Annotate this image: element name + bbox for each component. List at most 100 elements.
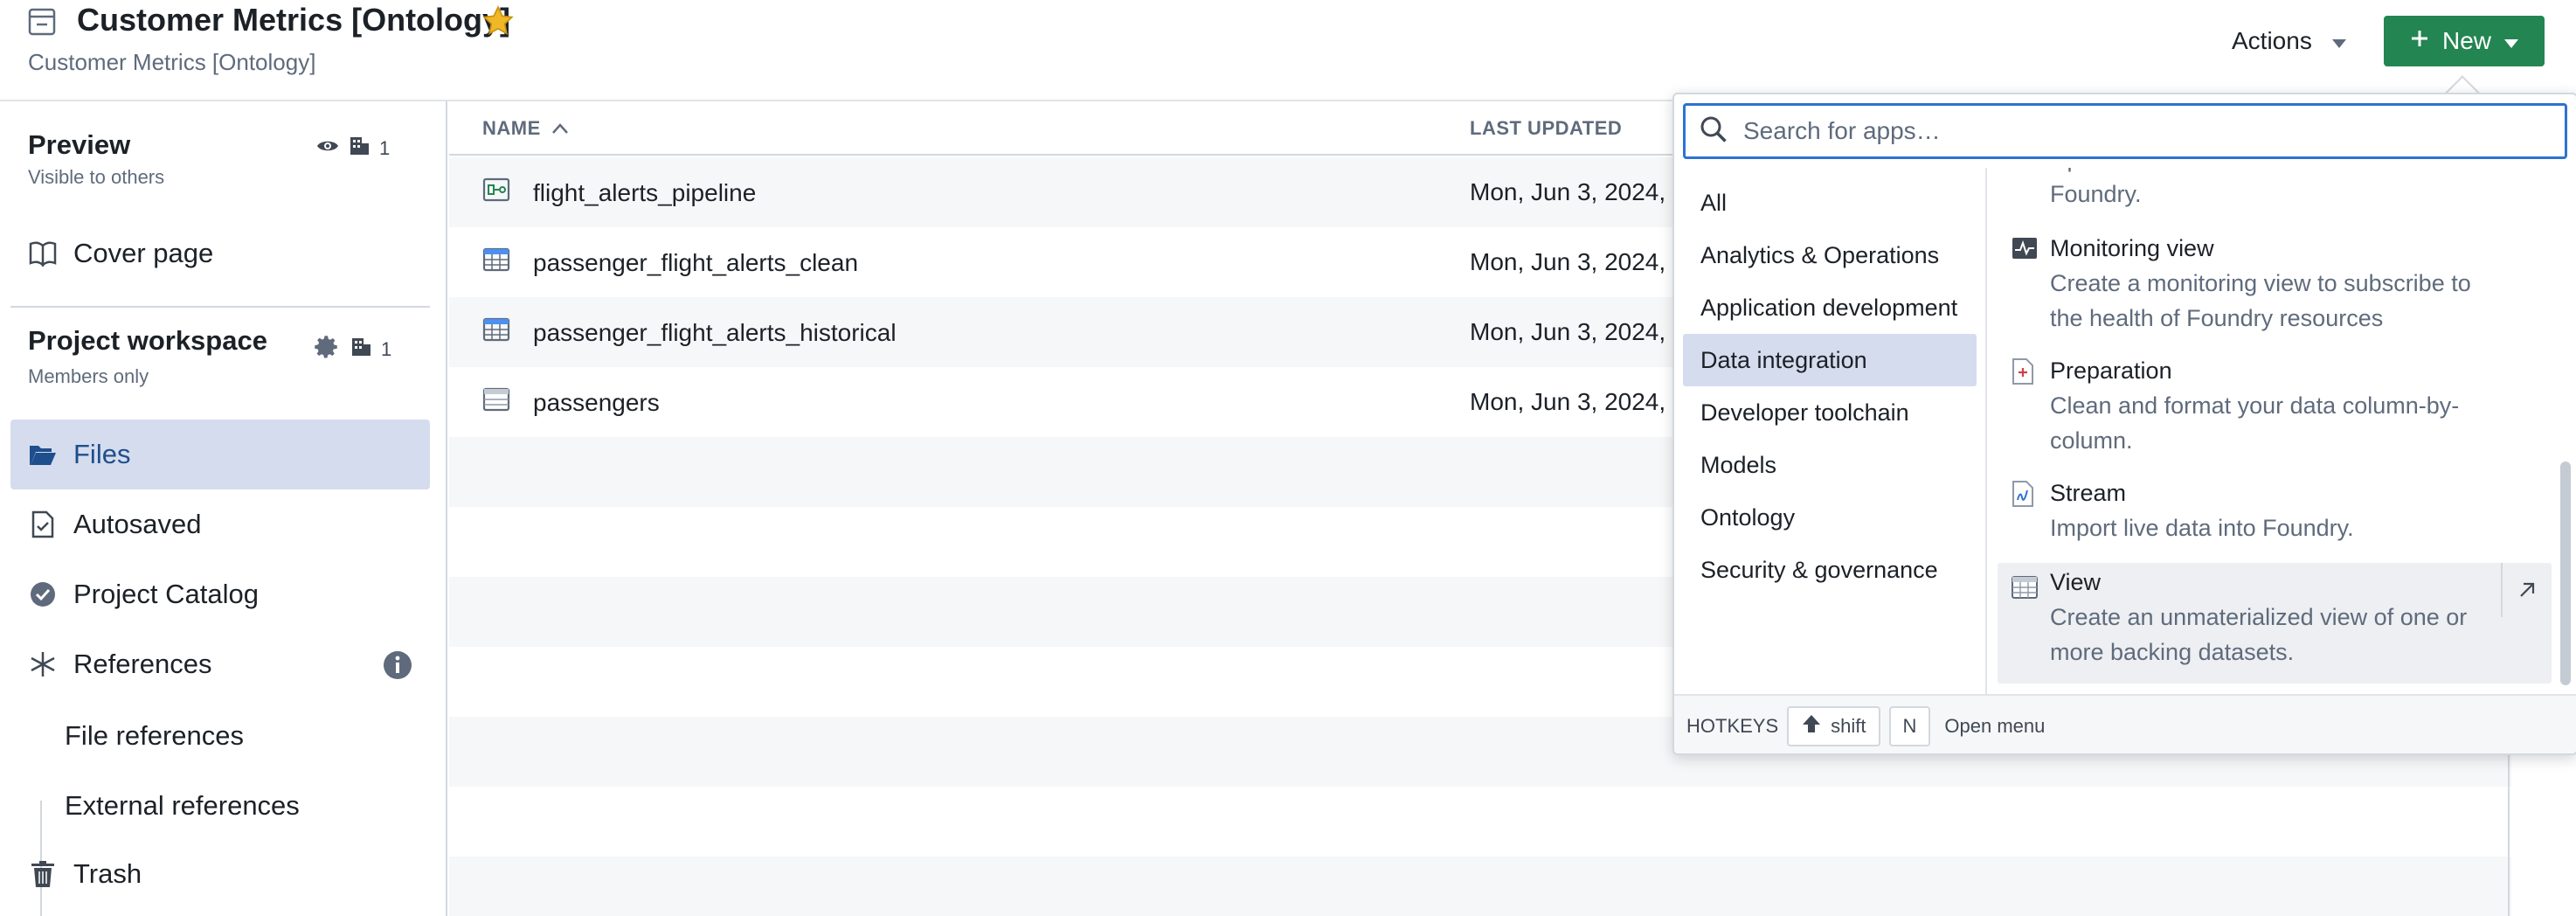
preview-badges[interactable]: 1 [316,135,390,163]
empty-row [449,857,2511,916]
category-developer-toolchain[interactable]: Developer toolchain [1683,386,1977,439]
app-title: Monitoring view [2050,235,2214,261]
page-header: Customer Metrics [Ontology] Customer Met… [0,0,2576,101]
app-title: View [2050,569,2102,595]
app-search[interactable] [1683,103,2567,159]
last-updated: Mon, Jun 3, 2024, 2:0 [1470,248,1679,275]
sidebar-item-references[interactable]: References [10,629,430,699]
hotkeys-footer: HOTKEYS shift N Open menu [1674,694,2576,753]
search-input[interactable] [1743,117,2530,145]
sidebar-item-label: Autosaved [73,509,202,539]
sidebar-item-label: References [73,649,212,679]
view-table-icon [482,386,510,419]
category-models[interactable]: Models [1683,439,1977,491]
preparation-icon [2012,358,2038,385]
column-header-last-updated[interactable]: LAST UPDATED [1470,117,1622,140]
sidebar-item-files[interactable]: Files [10,420,430,489]
sidebar-item-autosaved[interactable]: Autosaved [10,489,430,559]
empty-row [449,787,2511,857]
category-data-integration[interactable]: Data integration [1683,334,1977,386]
new-label: New [2441,27,2491,54]
sidebar-item-file-references[interactable]: File references [65,720,244,752]
new-button[interactable]: New [2384,16,2545,66]
sidebar-item-project-catalog[interactable]: Project Catalog [10,559,430,629]
cover-page-label: Cover page [73,238,214,268]
app-title: Stream [2050,480,2127,506]
app-title: Preparation [2050,357,2172,384]
sidebar-divider [10,306,430,308]
app-description: Upload media files into a new media set … [2050,168,2492,207]
gear-icon [311,332,341,367]
category-list: All Analytics & Operations Application d… [1674,168,1987,694]
organization-icon [348,135,370,163]
pipeline-icon [482,177,510,209]
view-table-icon [2012,575,2038,601]
category-application-development[interactable]: Application development [1683,281,1977,334]
document-check-icon [28,510,58,539]
organization-icon [350,336,372,364]
app-description: Import live data into Foundry. [2050,515,2354,541]
dataset-icon [482,246,510,279]
sidebar-item-trash[interactable]: Trash [10,839,430,909]
book-icon [28,239,58,268]
app-item-media-upload[interactable]: Upload media files into a new media set … [1998,168,2552,212]
arrow-up-icon [1801,713,1822,739]
search-icon [1700,115,1728,148]
actions-label: Actions [2232,27,2312,54]
asterisk-icon [28,649,58,679]
caret-down-icon [2331,27,2347,55]
info-icon[interactable] [383,650,412,684]
file-name: passengers [533,388,660,416]
category-ontology[interactable]: Ontology [1683,491,1977,544]
app-item-monitoring-view[interactable]: Monitoring view Create a monitoring view… [1998,231,2552,336]
last-updated: Mon, Jun 3, 2024, 2:0 [1470,178,1679,205]
file-name: passenger_flight_alerts_historical [533,318,897,346]
hotkeys-label: HOTKEYS [1686,715,1779,737]
app-description: Clean and format your data column-by-col… [2050,392,2460,454]
file-name: flight_alerts_pipeline [533,178,757,206]
last-updated: Mon, Jun 3, 2024, 2:0 [1470,318,1679,345]
folder-open-icon [28,440,58,469]
sort-ascending-icon [551,117,569,140]
preview-visibility: Visible to others [28,166,165,188]
last-updated: Mon, Jun 3, 2024, 1:3 [1470,388,1679,415]
shift-key: shift [1787,706,1880,746]
n-key: N [1888,706,1931,746]
sidebar-item-label: Files [73,439,131,469]
project-icon [28,7,56,37]
open-in-new-tab-icon[interactable] [2501,563,2552,617]
category-analytics-operations[interactable]: Analytics & Operations [1683,229,1977,281]
app-list: Upload media files into a new media set … [1989,168,2566,694]
workspace-visibility: Members only [28,365,149,387]
new-app-menu: All Analytics & Operations Application d… [1672,93,2576,755]
caret-down-icon [2503,27,2519,55]
dataset-icon [482,316,510,349]
app-item-stream[interactable]: Stream Import live data into Foundry. [1998,475,2552,545]
scrollbar-thumb[interactable] [2560,461,2571,685]
eye-icon [316,137,339,160]
workspace-heading: Project workspace [28,325,267,356]
category-all[interactable]: All [1683,177,1977,229]
open-menu-label: Open menu [1944,715,2046,737]
page-title: Customer Metrics [Ontology] [77,2,511,38]
app-description: Create an unmaterialized view of one or … [2050,604,2468,665]
badge-check-icon [28,579,58,609]
app-item-view[interactable]: View Create an unmaterialized view of on… [1998,563,2552,684]
preview-count: 1 [379,137,391,159]
app-item-preparation[interactable]: Preparation Clean and format your data c… [1998,353,2552,458]
favorite-star-icon[interactable] [481,3,516,38]
workspace-count: 1 [381,338,392,360]
sidebar-item-label: Trash [73,858,142,889]
column-header-name[interactable]: NAME [482,117,569,140]
breadcrumb[interactable]: Customer Metrics [Ontology] [28,49,315,76]
workspace-badges[interactable]: 1 [311,332,391,367]
sidebar: Preview Visible to others 1 Cover page P… [0,101,447,916]
preview-heading: Preview [28,129,131,160]
sidebar-item-external-references[interactable]: External references [65,790,300,822]
category-security-governance[interactable]: Security & governance [1683,544,1977,596]
stream-icon [2012,481,2038,507]
trash-icon [28,859,58,889]
plus-icon [2409,27,2430,55]
actions-button[interactable]: Actions [2219,19,2359,63]
cover-page-link[interactable]: Cover page [10,219,430,288]
